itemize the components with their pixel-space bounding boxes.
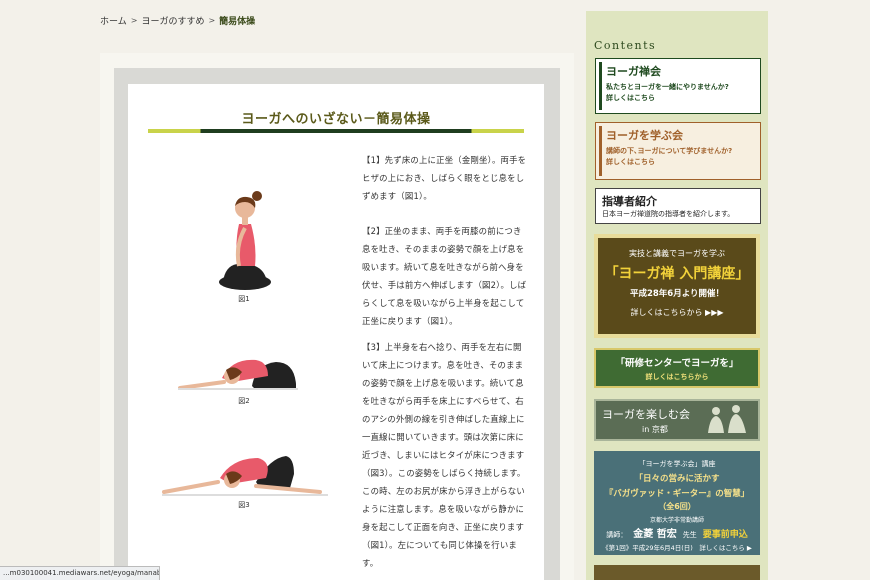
sidebar-box-instructors[interactable]: 指導者紹介 日本ヨーガ禅道院の指導者を紹介します。 [595, 188, 761, 224]
breadcrumb: ホーム > ヨーガのすすめ > 簡易体操 [100, 14, 255, 27]
figure-1-seated-illustration [219, 191, 271, 290]
step-3-text: 【3】上半身を右へ捻り、両手を左右に開いて床上につけます。息を吐き、そのままの姿… [362, 342, 526, 568]
banner-lecture-title-1: 「日々の営みに活かす [634, 474, 720, 484]
banner-training-more-link[interactable]: 詳しくはこちらから [596, 372, 758, 382]
figure-2-forward-bend-illustration [178, 359, 298, 390]
banner-lecture-reserve: 要事前申込 [702, 530, 748, 540]
figure-2-label: 図2 [238, 397, 250, 405]
figure-1-label: 図1 [238, 295, 250, 303]
sidebar-box-desc: 講師の下､ヨーガについて学びませんか? [606, 147, 733, 155]
title-divider [148, 129, 524, 133]
sidebar-box-title: 指導者紹介 [602, 195, 657, 208]
status-bar-url: ...m030100041.mediawars.net/eyoga/manabu… [0, 566, 160, 580]
figure-3-twist-illustration [162, 456, 328, 496]
step-1-text: 【1】先ず床の上に正坐（金剛坐）。両手をヒザの上におき、しばらく眼をとじ息をしず… [362, 155, 527, 201]
sidebar-box-desc: 私たちとヨーガを一緒にやりませんか? [606, 83, 729, 91]
banner-lecture-date-link[interactable]: 《第1回》平成29年6月4日(日) 詳しくはこちら ▶ [594, 542, 760, 552]
sidebar-box-title: ヨーガ禅会 [606, 65, 661, 78]
sidebar-box-stripe [599, 126, 602, 176]
banner-intro-date: 平成28年6月より開催！ [629, 289, 725, 299]
breadcrumb-separator: > [130, 16, 138, 25]
banner-training-center[interactable]: 「研修センターでヨーガを」 詳しくはこちらから [594, 348, 760, 388]
sidebar-box-stripe [599, 62, 602, 110]
banner-enjoy-yoga-kyoto[interactable]: ヨーガを楽しむ会 in 京都 [594, 399, 760, 441]
banner-learn-yoga-lecture[interactable]: 「ヨーガを学ぶ会」講座 「日々の営みに活かす 『バガヴァッド・ギーター』の智慧」… [594, 451, 760, 555]
banner-lecture-speaker-name: 金菱 哲宏 [633, 529, 677, 540]
sidebar-box-title: ヨーガを学ぶ会 [606, 129, 683, 142]
banner-intro-subtitle: 実技と講義でヨーガを学ぶ [629, 249, 725, 258]
sidebar-box-learn-yoga[interactable]: ヨーガを学ぶ会 講師の下､ヨーガについて学びませんか? 詳しくはこちら [595, 122, 761, 180]
banner-intro-course[interactable]: 実技と講義でヨーガを学ぶ 「ヨーガ禅 入門講座」 平成28年6月より開催！ 詳し… [594, 234, 760, 338]
page-title: ヨーガへのいざない－簡易体操 [241, 112, 431, 127]
sidebar-box-yoga-zen[interactable]: ヨーガ禅会 私たちとヨーガを一緒にやりませんか? 詳しくはこちら [595, 58, 761, 114]
banner-lecture-series: 「ヨーガを学ぶ会」講座 [638, 460, 716, 468]
banner-lecture-speaker-role: 講師： [606, 531, 628, 539]
sidebar-box-more-link[interactable]: 詳しくはこちら [606, 93, 754, 104]
sidebar-box-desc: 日本ヨーガ禅道院の指導者を紹介します。 [602, 210, 735, 218]
banner-lecture-count: （全6回） [658, 502, 696, 511]
meditation-figures-icon [708, 405, 746, 433]
banner-training-title: 「研修センターでヨーガを」 [615, 358, 739, 369]
figure-3-label: 図3 [238, 501, 250, 509]
sidebar-heading: Contents [594, 39, 657, 52]
breadcrumb-current: 簡易体操 [219, 17, 256, 27]
banner-lecture-speaker-org: 京都大学非常勤講師 [649, 517, 704, 524]
step-2-text: 【2】正坐のまま、両手を両膝の前につき息を吐き、そのままの姿勢で顔を上げ息を吸い… [362, 226, 527, 326]
banner-lecture-title-2: 『バガヴァッド・ギーター』の智慧」 [604, 489, 750, 499]
breadcrumb-separator: > [208, 16, 216, 25]
banner-lecture-speaker-suffix: 先生 [682, 531, 697, 539]
breadcrumb-home[interactable]: ホーム [100, 14, 127, 27]
banner-partial[interactable] [594, 565, 760, 580]
banner-intro-more-link[interactable]: 詳しくはこちらから ▶▶▶ [631, 307, 724, 318]
sidebar-box-more-link[interactable]: 詳しくはこちら [606, 157, 754, 168]
breadcrumb-parent[interactable]: ヨーガのすすめ [141, 14, 204, 27]
banner-intro-title: 「ヨーガ禅 入門講座」 [604, 266, 750, 282]
